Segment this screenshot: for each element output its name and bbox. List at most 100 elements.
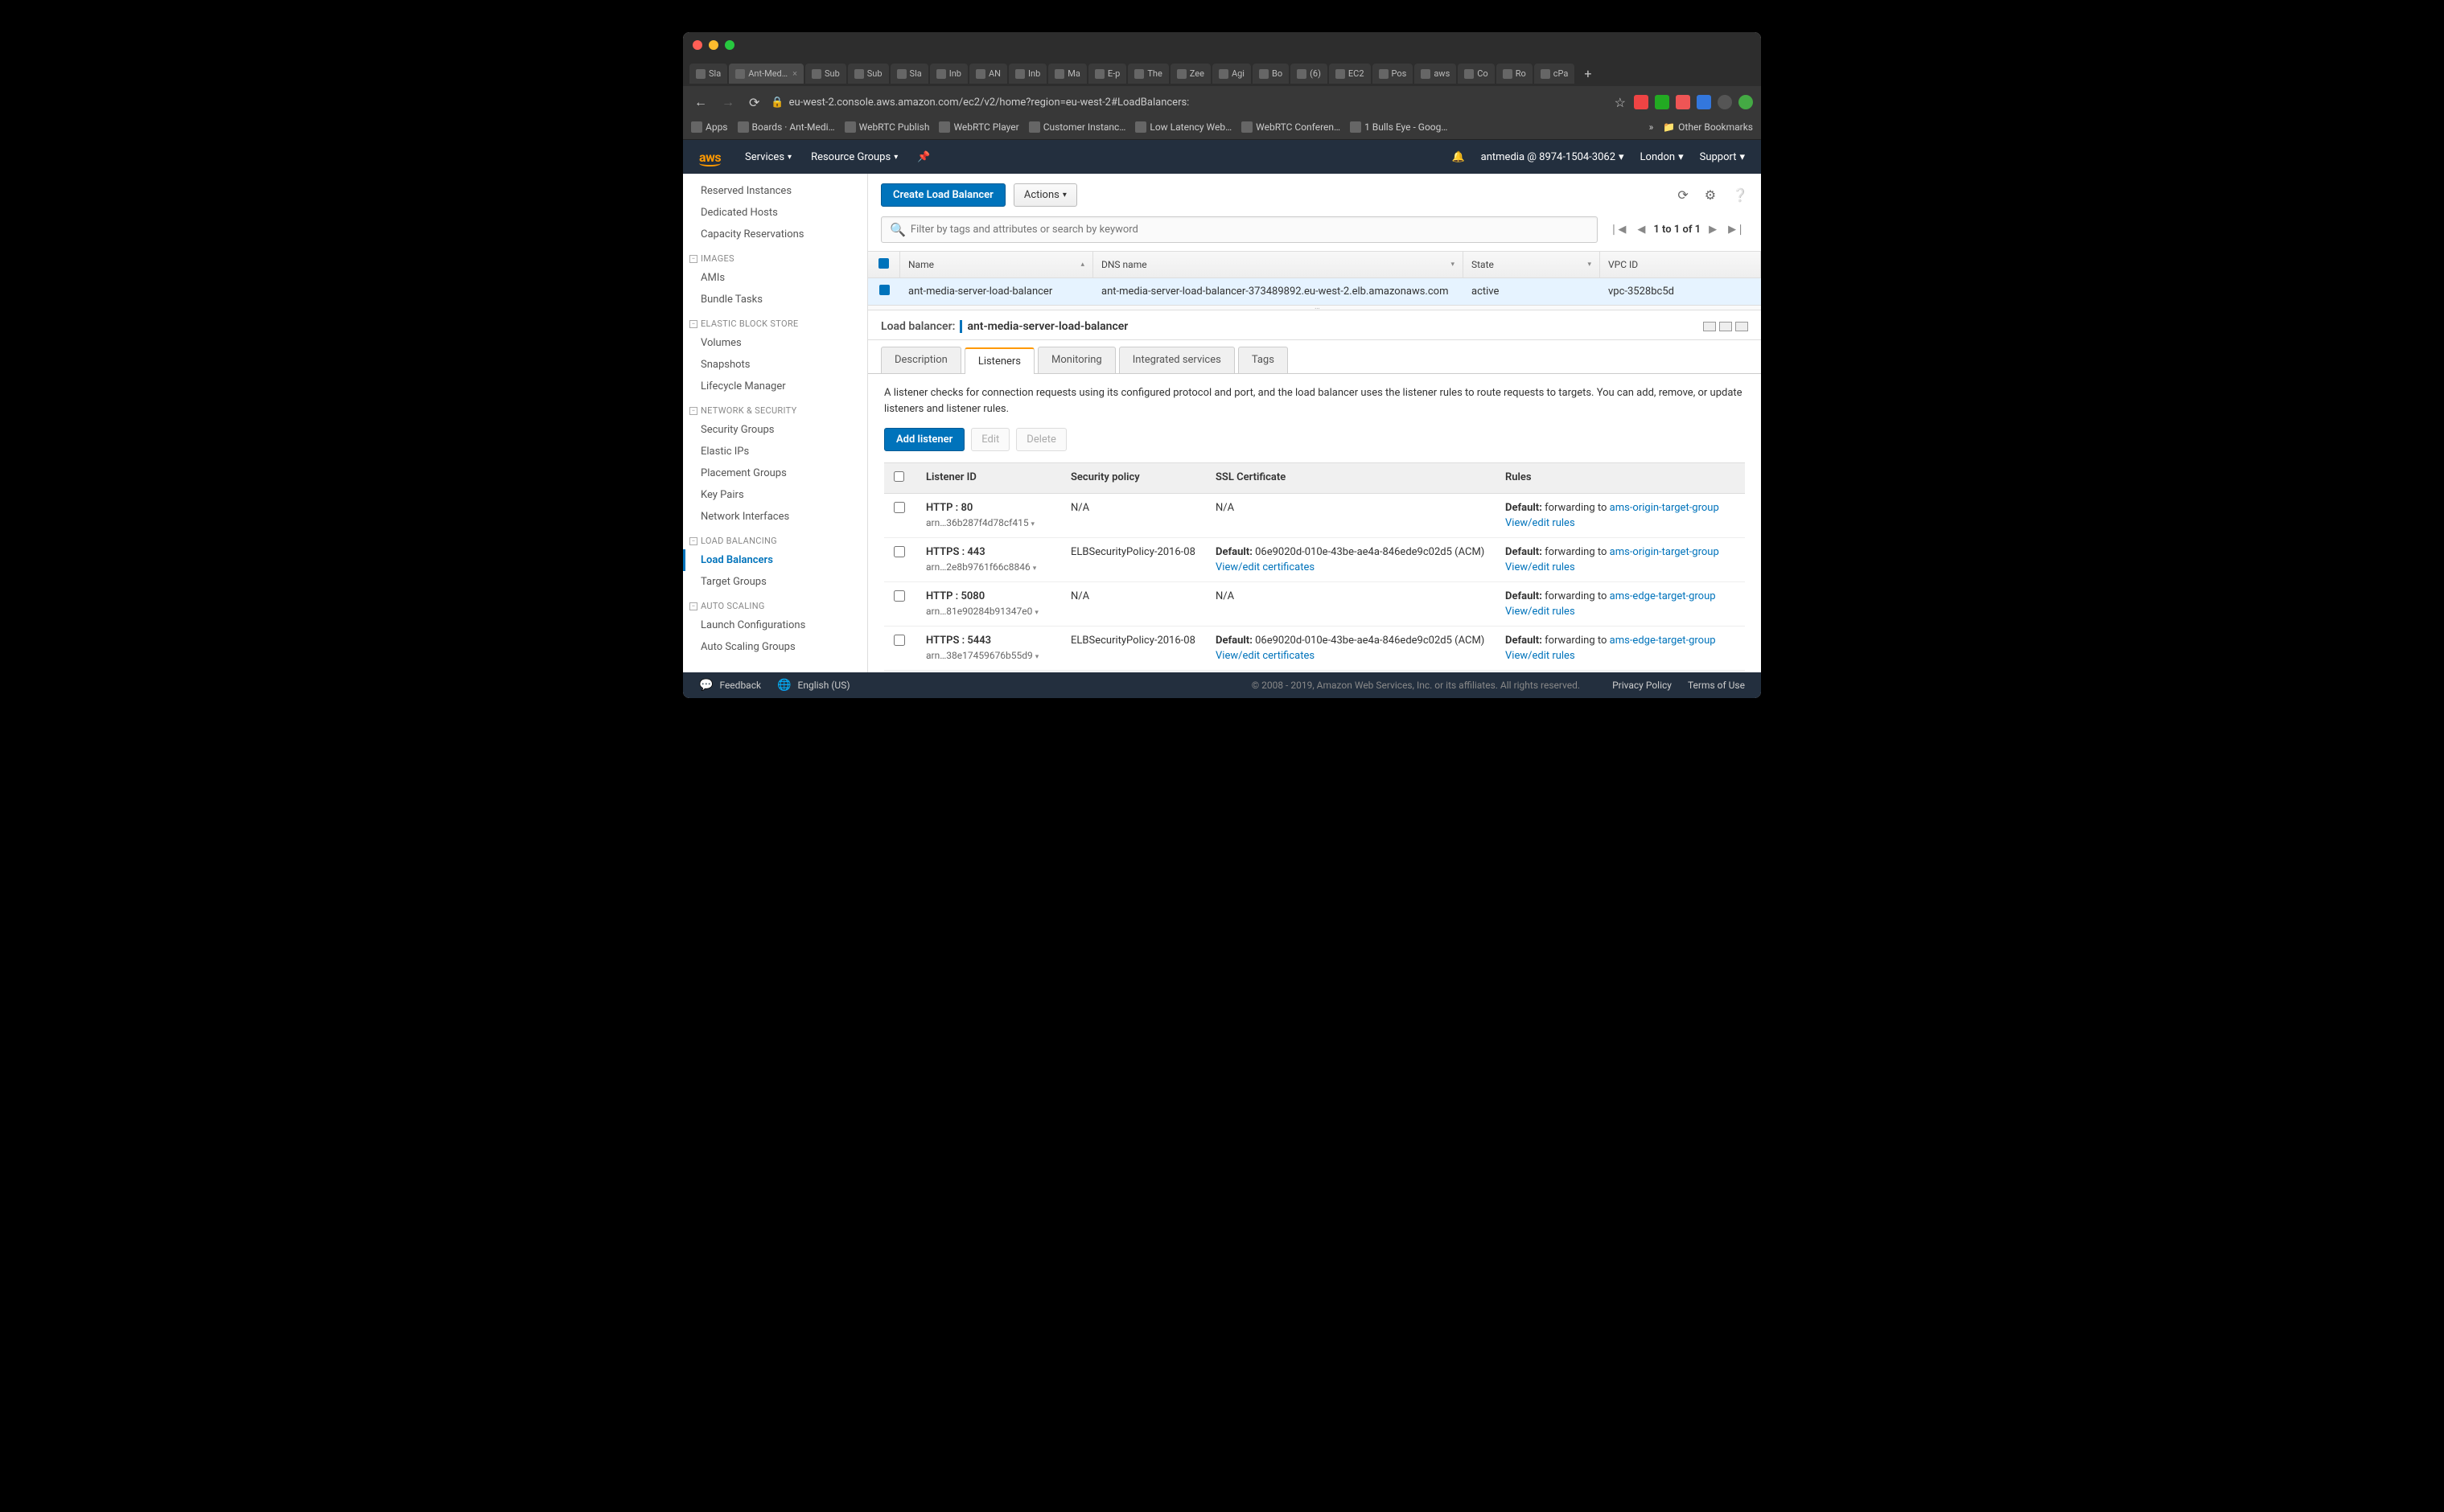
ext-icon-5[interactable]: [1738, 95, 1753, 109]
browser-tab[interactable]: E-p: [1088, 64, 1126, 84]
sidebar-item[interactable]: Launch Configurations: [683, 614, 867, 636]
nav-region[interactable]: London▾: [1640, 151, 1684, 163]
browser-tab[interactable]: Bo: [1253, 64, 1289, 84]
pin-icon[interactable]: 📌: [917, 151, 930, 163]
nav-resource-groups[interactable]: Resource Groups▾: [811, 151, 898, 163]
browser-tab[interactable]: Ro: [1496, 64, 1533, 84]
col-name[interactable]: Name▴: [900, 252, 1093, 277]
sidebar-section[interactable]: −ELASTIC BLOCK STORE: [683, 310, 867, 332]
listener-checkbox[interactable]: [894, 635, 905, 646]
bookmark-item[interactable]: Apps: [691, 121, 728, 133]
view-edit-rules-link[interactable]: View/edit rules: [1505, 650, 1575, 662]
gear-icon[interactable]: ⚙: [1705, 187, 1716, 203]
close-window-icon[interactable]: [693, 40, 702, 50]
pager-last-icon[interactable]: ▶❘: [1725, 222, 1748, 237]
sidebar-item[interactable]: Load Balancers: [683, 549, 867, 571]
privacy-link[interactable]: Privacy Policy: [1612, 680, 1672, 691]
bell-icon[interactable]: 🔔: [1451, 151, 1464, 163]
aws-logo[interactable]: aws: [699, 150, 721, 165]
browser-tab[interactable]: Zee: [1171, 64, 1211, 84]
nav-account[interactable]: antmedia @ 8974-1504-3062▾: [1481, 151, 1624, 163]
browser-tab[interactable]: EC2: [1329, 64, 1371, 84]
terms-link[interactable]: Terms of Use: [1688, 680, 1745, 691]
listener-arn[interactable]: arn…81e90284b91347e0 ▾: [926, 606, 1051, 617]
tab-tags[interactable]: Tags: [1238, 347, 1288, 373]
browser-tab[interactable]: Pos: [1372, 64, 1413, 84]
view-edit-certs-link[interactable]: View/edit certificates: [1216, 561, 1315, 573]
ext-icon-1[interactable]: [1634, 95, 1648, 109]
browser-tab[interactable]: AN: [969, 64, 1007, 84]
view-edit-certs-link[interactable]: View/edit certificates: [1216, 650, 1315, 662]
browser-tab[interactable]: (6): [1290, 64, 1327, 84]
ext-icon-4[interactable]: [1697, 95, 1711, 109]
pager-next-icon[interactable]: ▶: [1705, 222, 1720, 237]
help-icon[interactable]: ❔: [1732, 187, 1748, 203]
pager-prev-icon[interactable]: ◀: [1634, 222, 1648, 237]
view-edit-rules-link[interactable]: View/edit rules: [1505, 606, 1575, 618]
pager-first-icon[interactable]: ❘◀: [1606, 222, 1629, 237]
view-edit-rules-link[interactable]: View/edit rules: [1505, 561, 1575, 573]
tab-monitoring[interactable]: Monitoring: [1038, 347, 1116, 373]
sidebar-item[interactable]: Security Groups: [683, 419, 867, 441]
bookmark-item[interactable]: Low Latency Web…: [1135, 121, 1232, 133]
browser-tab[interactable]: Inb: [930, 64, 968, 84]
feedback-link[interactable]: 💬Feedback: [699, 679, 761, 692]
sidebar-item[interactable]: Snapshots: [683, 354, 867, 376]
ext-icon-3[interactable]: [1676, 95, 1690, 109]
col-state[interactable]: State▾: [1463, 252, 1600, 277]
maximize-window-icon[interactable]: [725, 40, 734, 50]
new-tab-button[interactable]: +: [1576, 61, 1599, 86]
browser-tab[interactable]: Sub: [805, 64, 846, 84]
sidebar-item[interactable]: Dedicated Hosts: [683, 202, 867, 224]
browser-tab[interactable]: Sub: [848, 64, 889, 84]
language-selector[interactable]: 🌐English (US): [777, 679, 850, 692]
browser-tab[interactable]: Ma: [1048, 64, 1087, 84]
browser-tab[interactable]: Agi: [1212, 64, 1251, 84]
sidebar-item[interactable]: Network Interfaces: [683, 506, 867, 528]
browser-tab[interactable]: Inb: [1009, 64, 1047, 84]
listener-checkbox[interactable]: [894, 590, 905, 602]
select-all-checkbox[interactable]: [878, 258, 889, 269]
tab-listeners[interactable]: Listeners: [965, 347, 1035, 374]
view-split-icon[interactable]: [1719, 322, 1732, 331]
tab-description[interactable]: Description: [881, 347, 961, 373]
browser-tab[interactable]: Sla: [689, 64, 727, 84]
target-group-link[interactable]: ams-edge-target-group: [1610, 635, 1716, 647]
browser-tab[interactable]: Ant-Med…×: [729, 64, 804, 84]
bookmarks-overflow[interactable]: »: [1649, 121, 1654, 133]
refresh-icon[interactable]: ⟳: [1677, 187, 1688, 203]
view-edit-rules-link[interactable]: View/edit rules: [1505, 517, 1575, 529]
forward-button[interactable]: →: [718, 91, 738, 113]
sidebar-section[interactable]: −LOAD BALANCING: [683, 528, 867, 549]
search-input[interactable]: [911, 224, 1590, 236]
row-checkbox[interactable]: [879, 285, 890, 295]
listener-select-all[interactable]: [894, 471, 904, 482]
sidebar-item[interactable]: Lifecycle Manager: [683, 376, 867, 397]
sidebar-item[interactable]: Bundle Tasks: [683, 289, 867, 310]
bookmark-item[interactable]: 1 Bulls Eye - Goog…: [1350, 121, 1447, 133]
minimize-window-icon[interactable]: [709, 40, 718, 50]
add-listener-button[interactable]: Add listener: [884, 428, 965, 451]
target-group-link[interactable]: ams-edge-target-group: [1610, 590, 1716, 602]
back-button[interactable]: ←: [691, 91, 710, 113]
sidebar-section[interactable]: −IMAGES: [683, 245, 867, 267]
browser-tab[interactable]: cPa: [1534, 64, 1575, 84]
profile-avatar[interactable]: [1718, 95, 1732, 109]
sidebar-item[interactable]: Key Pairs: [683, 484, 867, 506]
ext-icon-2[interactable]: [1655, 95, 1669, 109]
listener-checkbox[interactable]: [894, 546, 905, 557]
browser-tab[interactable]: Sla: [891, 64, 928, 84]
browser-tab[interactable]: Co: [1458, 64, 1494, 84]
nav-services[interactable]: Services▾: [745, 151, 792, 163]
listener-arn[interactable]: arn…2e8b9761f66c8846 ▾: [926, 561, 1051, 573]
sidebar-item[interactable]: Auto Scaling Groups: [683, 636, 867, 658]
nav-support[interactable]: Support▾: [1700, 151, 1745, 163]
bookmark-item[interactable]: Boards · Ant-Medi…: [738, 121, 835, 133]
sidebar-item[interactable]: Reserved Instances: [683, 180, 867, 202]
sidebar-item[interactable]: Placement Groups: [683, 462, 867, 484]
reload-button[interactable]: ⟳: [746, 92, 763, 113]
listener-arn[interactable]: arn…38e17459676b55d9 ▾: [926, 650, 1051, 661]
view-bottom-icon[interactable]: [1735, 322, 1748, 331]
sidebar-item[interactable]: Volumes: [683, 332, 867, 354]
bookmark-item[interactable]: WebRTC Player: [939, 121, 1018, 133]
